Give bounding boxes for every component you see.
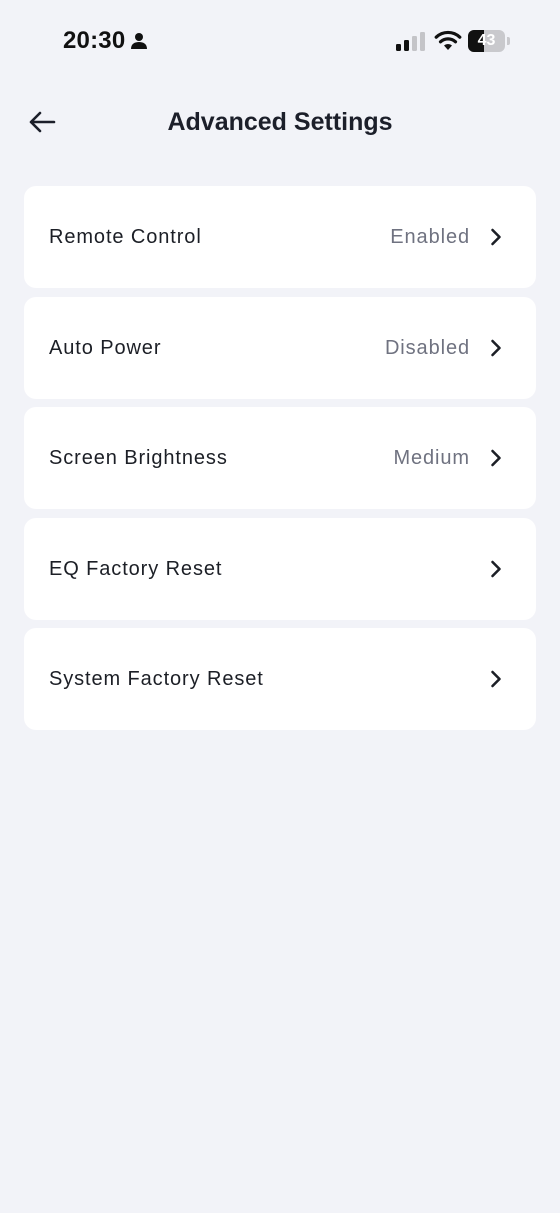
setting-auto-power[interactable]: Auto Power Disabled xyxy=(24,296,536,399)
battery-body: 43 xyxy=(468,30,505,52)
setting-label: Auto Power xyxy=(49,336,162,359)
status-bar: 20:30 43 xyxy=(0,0,560,84)
person-icon xyxy=(131,33,147,49)
battery-level: 43 xyxy=(477,32,496,49)
arrow-left-icon xyxy=(29,111,56,133)
chevron-right-icon xyxy=(491,228,501,246)
header: Advanced Settings xyxy=(0,90,560,154)
setting-remote-control[interactable]: Remote Control Enabled xyxy=(24,186,536,288)
back-button[interactable] xyxy=(22,102,62,142)
setting-label: System Factory Reset xyxy=(49,668,264,691)
setting-value: Enabled xyxy=(390,226,470,248)
screen: 20:30 43 Advanced Settings Remote Contro… xyxy=(0,0,560,1213)
setting-label: Screen Brightness xyxy=(49,447,228,470)
setting-value: Disabled xyxy=(384,336,470,359)
chevron-right-icon xyxy=(491,560,501,578)
status-time: 20:30 xyxy=(63,27,126,54)
battery-icon: 43 xyxy=(468,30,510,52)
signal-icon xyxy=(396,32,425,51)
setting-label: Remote Control xyxy=(49,226,202,248)
chevron-right-icon xyxy=(491,339,501,356)
battery-cap xyxy=(507,37,510,45)
setting-eq-factory-reset[interactable]: EQ Factory Reset xyxy=(24,517,536,620)
setting-system-factory-reset[interactable]: System Factory Reset xyxy=(24,628,536,731)
chevron-right-icon xyxy=(491,671,501,688)
setting-screen-brightness[interactable]: Screen Brightness Medium xyxy=(24,407,536,510)
chevron-right-icon xyxy=(491,449,501,467)
setting-label: EQ Factory Reset xyxy=(49,557,223,580)
wifi-icon xyxy=(434,30,462,50)
page-title: Advanced Settings xyxy=(167,108,393,136)
settings-list: Remote Control Enabled Auto Power Disabl… xyxy=(24,186,536,739)
setting-value: Medium xyxy=(393,447,470,470)
